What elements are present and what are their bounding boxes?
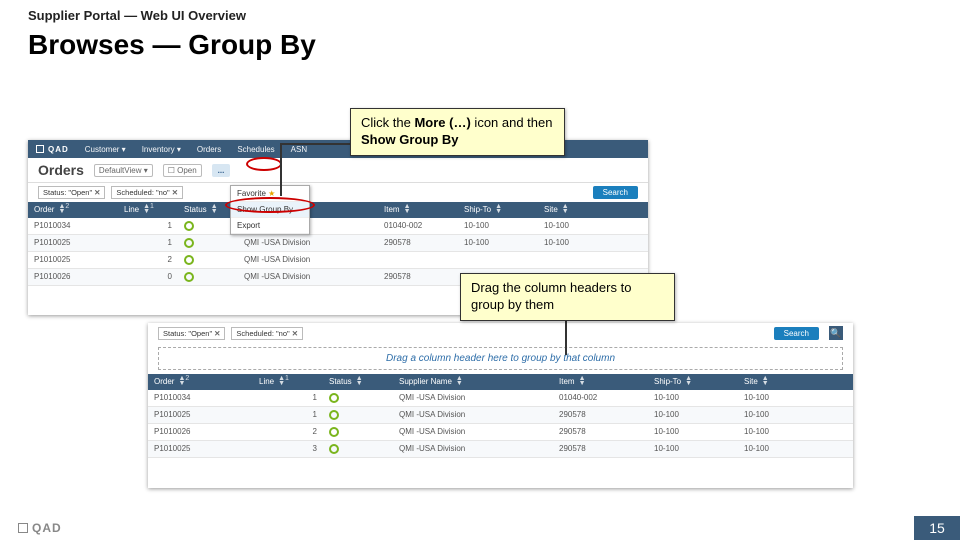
table-row[interactable]: P10100253QMI -USA Division29057810-10010… — [148, 441, 853, 458]
filter-chip-scheduled-2[interactable]: Scheduled: "no" ✕ — [231, 327, 303, 340]
th-status[interactable]: Status▲▼ — [178, 202, 238, 218]
screenshot-group-zone: Status: "Open" ✕ Scheduled: "no" ✕ Searc… — [148, 323, 853, 488]
breadcrumb: Supplier Portal — Web UI Overview — [28, 8, 932, 23]
table-header-row-2: Order▲2▼ Line▲1▼ Status▲▼ Supplier Name▲… — [148, 374, 853, 390]
table-body-2: P10100341QMI -USA Division01040-00210-10… — [148, 390, 853, 458]
th-shipto[interactable]: Ship-To▲▼ — [458, 202, 538, 218]
more-button[interactable]: ... — [212, 164, 231, 177]
th-site-2[interactable]: Site▲▼ — [738, 374, 828, 390]
footer-logo: QAD — [18, 521, 62, 535]
orders-heading: Orders — [38, 162, 84, 178]
status-ring-icon — [184, 238, 194, 248]
nav-schedules[interactable]: Schedules — [237, 145, 274, 154]
filter-row-2: Status: "Open" ✕ Scheduled: "no" ✕ Searc… — [148, 323, 853, 343]
dd-show-group-by[interactable]: Show Group By — [231, 202, 309, 218]
table-row[interactable]: P10100341QMI -USA Division01040-00210-10… — [148, 390, 853, 407]
table-row[interactable]: P10100251QMI -USA Division29057810-10010… — [28, 235, 648, 252]
callout-connector-v — [280, 143, 282, 196]
page-number: 15 — [914, 516, 960, 540]
table-row[interactable]: P10100251QMI -USA Division29057810-10010… — [148, 407, 853, 424]
dd-favorite[interactable]: Favorite ★ — [231, 186, 309, 202]
filter-row: Status: "Open" ✕ Scheduled: "no" ✕ Searc… — [28, 183, 648, 202]
status-ring-icon — [329, 444, 339, 454]
callout-connector-h — [280, 143, 350, 145]
orders-toolbar: Orders DefaultView ▾ ☐ Open ... — [28, 158, 648, 183]
table-row[interactable]: P10100252QMI -USA Division — [28, 252, 648, 269]
callout-more-icon: Click the More (…) icon and then Show Gr… — [350, 108, 565, 156]
dd-export[interactable]: Export — [231, 218, 309, 234]
th-order-2[interactable]: Order▲2▼ — [148, 374, 253, 390]
th-supplier-2[interactable]: Supplier Name▲▼ — [393, 374, 553, 390]
search-icon[interactable]: 🔍 — [829, 326, 843, 340]
status-ring-icon — [184, 221, 194, 231]
more-dropdown: Favorite ★ Show Group By Export — [230, 185, 310, 235]
filter-chip-status[interactable]: Status: "Open" ✕ — [38, 186, 105, 199]
status-ring-icon — [329, 410, 339, 420]
search-button[interactable]: Search — [593, 186, 638, 199]
nav-customer[interactable]: Customer ▾ — [85, 145, 126, 154]
th-order[interactable]: Order▲2▼ — [28, 202, 118, 218]
status-ring-icon — [184, 255, 194, 265]
nav-orders[interactable]: Orders — [197, 145, 221, 154]
th-line[interactable]: Line▲1▼ — [118, 202, 178, 218]
page-title: Browses — Group By — [28, 29, 932, 61]
th-line-2[interactable]: Line▲1▼ — [253, 374, 323, 390]
table-row[interactable]: P10100341QMI -USA Division01040-00210-10… — [28, 218, 648, 235]
filter-chip-status-2[interactable]: Status: "Open" ✕ — [158, 327, 225, 340]
callout-drag-headers: Drag the column headers to group by them — [460, 273, 675, 321]
filter-chip-scheduled[interactable]: Scheduled: "no" ✕ — [111, 186, 183, 199]
slide-footer: QAD — [0, 516, 960, 540]
search-button-2[interactable]: Search — [774, 327, 819, 340]
th-site[interactable]: Site▲▼ — [538, 202, 618, 218]
group-by-dropzone[interactable]: Drag a column header here to group by th… — [158, 347, 843, 370]
table-header-row: Order▲2▼ Line▲1▼ Status▲▼ Supplier Name▲… — [28, 202, 648, 218]
th-item[interactable]: Item▲▼ — [378, 202, 458, 218]
status-ring-icon — [184, 272, 194, 282]
th-item-2[interactable]: Item▲▼ — [553, 374, 648, 390]
view-selector[interactable]: DefaultView ▾ — [94, 164, 153, 177]
open-toggle[interactable]: ☐ Open — [163, 164, 202, 177]
status-ring-icon — [329, 427, 339, 437]
th-status-2[interactable]: Status▲▼ — [323, 374, 393, 390]
qad-logo: QAD — [36, 145, 69, 154]
nav-asn[interactable]: ASN — [291, 145, 307, 154]
table-row[interactable]: P10100262QMI -USA Division29057810-10010… — [148, 424, 853, 441]
status-ring-icon — [329, 393, 339, 403]
th-shipto-2[interactable]: Ship-To▲▼ — [648, 374, 738, 390]
nav-inventory[interactable]: Inventory ▾ — [142, 145, 181, 154]
